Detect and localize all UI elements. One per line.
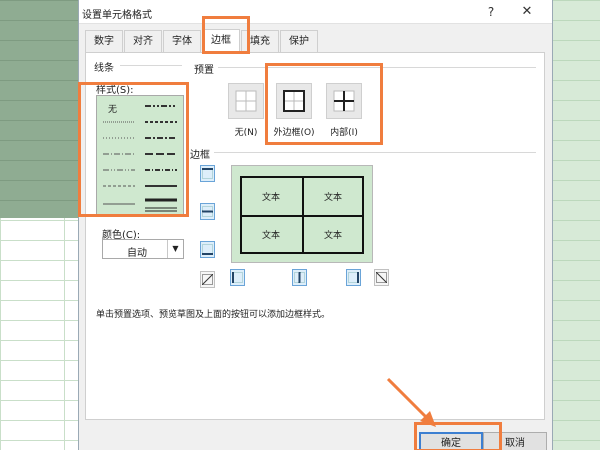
pointer-arrow-icon (386, 377, 436, 427)
preset-group-title: 预置 (194, 65, 214, 76)
tab-protection[interactable]: 保护 (280, 30, 318, 52)
preview-grid[interactable]: 文本 文本 文本 文本 (240, 176, 364, 254)
dialog-title: 设置单元格格式 (82, 10, 152, 21)
diagonal-down-icon (376, 272, 387, 283)
border-top-icon (202, 168, 213, 179)
line-group-title: 线条 (94, 63, 114, 74)
preview-cell-text: 文本 (262, 231, 281, 241)
spreadsheet-grid-right (553, 0, 600, 450)
border-group-divider (214, 152, 536, 153)
preview-cell-text: 文本 (324, 231, 343, 241)
dialog-titlebar: 设置单元格格式 ? ✕ (79, 0, 552, 24)
border-middle-horizontal-button[interactable] (200, 203, 215, 220)
tab-highlight-box (202, 16, 250, 54)
border-top-button[interactable] (200, 165, 215, 182)
line-style-highlight-box (78, 82, 189, 217)
border-inside-horizontal-icon (202, 206, 213, 217)
preset-highlight-box (265, 63, 383, 145)
color-dropdown[interactable]: 自动 ▼ (102, 239, 184, 259)
tab-font[interactable]: 字体 (163, 30, 201, 52)
border-right-icon (348, 272, 359, 283)
border-bottom-button[interactable] (200, 241, 215, 258)
preset-none-label: 无(N) (234, 128, 258, 138)
preview-cell-text: 文本 (262, 193, 281, 203)
selected-cells (0, 0, 78, 218)
border-group-title: 边框 (190, 150, 210, 161)
line-group-divider (120, 65, 182, 66)
diagonal-up-icon (202, 274, 213, 285)
border-preview[interactable]: 文本 文本 文本 文本 (231, 165, 373, 263)
close-button[interactable]: ✕ (517, 2, 537, 22)
hint-text: 单击预置选项、预览草图及上面的按钮可以添加边框样式。 (96, 310, 331, 320)
tab-alignment[interactable]: 对齐 (124, 30, 162, 52)
border-diagonal-down-button[interactable] (374, 269, 389, 286)
tab-number[interactable]: 数字 (85, 30, 123, 52)
border-left-icon (232, 272, 243, 283)
border-diagonal-up-button[interactable] (200, 271, 215, 288)
border-right-button[interactable] (346, 269, 361, 286)
preview-inside-horizontal-line (242, 215, 362, 217)
chevron-down-icon[interactable]: ▼ (167, 240, 183, 258)
help-button[interactable]: ? (481, 2, 501, 22)
border-inside-vertical-icon (294, 272, 305, 283)
color-value: 自动 (127, 248, 147, 259)
preset-none-button[interactable] (228, 83, 264, 119)
border-bottom-icon (202, 244, 213, 255)
border-none-icon (235, 90, 257, 112)
preview-cell-text: 文本 (324, 193, 343, 203)
border-left-button[interactable] (230, 269, 245, 286)
border-middle-vertical-button[interactable] (292, 269, 307, 286)
